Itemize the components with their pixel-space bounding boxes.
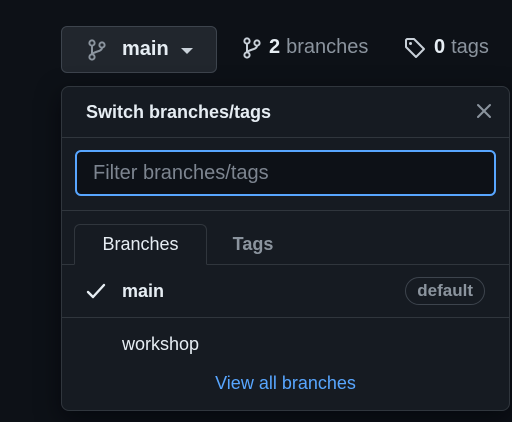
branch-name: main — [122, 280, 165, 301]
tags-label: tags — [451, 36, 489, 58]
switch-branches-dropdown: Switch branches/tags Branches Tags main … — [61, 86, 510, 411]
git-branch-icon — [243, 36, 261, 59]
current-branch-label: main — [122, 38, 169, 60]
tags-count: 0 — [434, 36, 446, 58]
filter-area — [62, 138, 509, 211]
branches-count-link[interactable]: 2 branches — [243, 36, 368, 59]
dropdown-title: Switch branches/tags — [86, 101, 272, 122]
branches-count: 2 — [269, 36, 281, 58]
tags-count-link[interactable]: 0 tags — [404, 36, 489, 59]
triangle-down-icon — [180, 48, 193, 54]
tab-branches[interactable]: Branches — [74, 224, 207, 265]
view-all-branches-link[interactable]: View all branches — [215, 373, 356, 393]
tag-icon — [404, 37, 426, 59]
default-badge: default — [405, 277, 485, 305]
filter-branches-input[interactable] — [75, 150, 496, 196]
branch-item-workshop[interactable]: workshop — [62, 318, 509, 370]
dropdown-header: Switch branches/tags — [62, 87, 509, 138]
check-icon — [86, 281, 106, 301]
branch-name: workshop — [122, 333, 200, 354]
branch-tag-tabs: Branches Tags — [62, 211, 509, 265]
branch-select-button[interactable]: main — [61, 26, 217, 73]
branches-label: branches — [286, 36, 369, 58]
dropdown-footer: View all branches — [62, 373, 509, 394]
git-branch-icon — [86, 38, 108, 62]
tab-tags[interactable]: Tags — [212, 224, 294, 264]
branch-item-main[interactable]: main default — [62, 265, 509, 318]
x-icon[interactable] — [473, 100, 495, 122]
